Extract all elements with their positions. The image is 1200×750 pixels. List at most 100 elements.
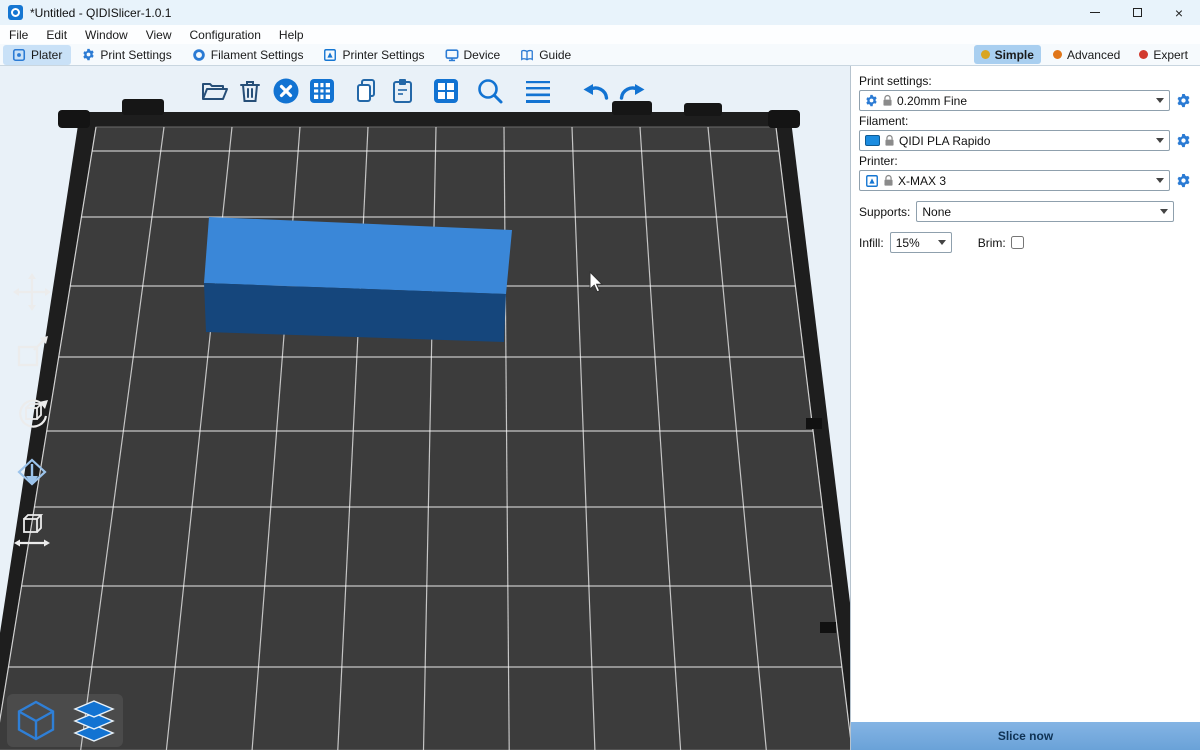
filament-gear-button[interactable] <box>1174 131 1192 151</box>
menubar: File Edit Window View Configuration Help <box>0 25 1200 44</box>
undo-icon <box>581 76 611 106</box>
printer-icon <box>865 174 879 188</box>
chevron-down-icon <box>1156 178 1164 187</box>
brim-checkbox[interactable] <box>1011 236 1024 249</box>
open-project-button[interactable] <box>196 73 232 109</box>
print-settings-label: Print settings: <box>859 74 1192 88</box>
search-icon <box>475 76 505 106</box>
measure-tool-button[interactable] <box>8 508 56 556</box>
supports-value: None <box>922 205 1156 219</box>
scale-tool-button[interactable] <box>8 328 56 376</box>
split-to-objects-button[interactable] <box>428 73 464 109</box>
tab-label: Plater <box>31 48 62 62</box>
expert-mode-dot-icon <box>1139 50 1148 59</box>
menu-file[interactable]: File <box>0 25 37 44</box>
maximize-button[interactable] <box>1116 0 1158 25</box>
tab-print-settings[interactable]: Print Settings <box>73 45 180 65</box>
model-object[interactable] <box>204 217 512 342</box>
supports-combo[interactable]: None <box>916 201 1174 222</box>
variable-layer-height-button[interactable] <box>520 73 556 109</box>
slice-now-button[interactable]: Slice now <box>851 722 1200 750</box>
plater-toolbar <box>196 69 650 113</box>
search-button[interactable] <box>472 73 508 109</box>
paste-button[interactable] <box>384 73 420 109</box>
delete-all-icon <box>271 76 301 106</box>
preview-layers-button[interactable] <box>69 696 119 746</box>
tab-plater[interactable]: Plater <box>3 45 71 65</box>
print-settings-combo[interactable]: 0.20mm Fine <box>859 90 1170 111</box>
simple-mode-dot-icon <box>981 50 990 59</box>
delete-button[interactable] <box>232 73 268 109</box>
tab-guide[interactable]: Guide <box>511 45 580 65</box>
bed-side-clip <box>806 418 822 429</box>
plater-icon <box>12 48 26 62</box>
scene-canvas[interactable] <box>0 66 850 750</box>
place-on-face-icon <box>12 452 52 492</box>
model-top-face <box>204 217 512 294</box>
menu-view[interactable]: View <box>137 25 181 44</box>
tab-label: Device <box>464 48 501 62</box>
menu-help[interactable]: Help <box>270 25 313 44</box>
redo-icon <box>617 76 647 106</box>
window-title: *Untitled - QIDISlicer-1.0.1 <box>30 6 171 20</box>
mode-label: Simple <box>995 48 1034 62</box>
gear-icon <box>1176 133 1191 148</box>
gear-icon <box>865 94 878 107</box>
arrange-button[interactable] <box>304 73 340 109</box>
close-button[interactable]: × <box>1158 0 1200 25</box>
rotate-tool-button[interactable] <box>8 388 56 436</box>
tab-label: Print Settings <box>100 48 171 62</box>
menu-window[interactable]: Window <box>76 25 137 44</box>
bed-corner <box>58 110 90 128</box>
undo-button[interactable] <box>578 73 614 109</box>
redo-button[interactable] <box>614 73 650 109</box>
measure-icon <box>12 512 52 552</box>
printer-gear-button[interactable] <box>1174 171 1192 191</box>
mode-simple[interactable]: Simple <box>974 45 1041 64</box>
tab-printer-settings[interactable]: Printer Settings <box>314 45 433 65</box>
titlebar: *Untitled - QIDISlicer-1.0.1 × <box>0 0 1200 25</box>
minimize-button[interactable] <box>1074 0 1116 25</box>
infill-combo[interactable]: 15% <box>890 232 952 253</box>
gizmo-toolbar <box>8 268 56 556</box>
open-folder-icon <box>199 76 229 106</box>
place-on-face-tool-button[interactable] <box>8 448 56 496</box>
move-tool-button[interactable] <box>8 268 56 316</box>
bed-side-clip <box>820 622 836 633</box>
guide-icon <box>520 48 534 62</box>
rotate-icon <box>12 392 52 432</box>
tab-device[interactable]: Device <box>436 45 510 65</box>
lock-icon <box>883 174 894 187</box>
printer-label: Printer: <box>859 154 1192 168</box>
filament-combo[interactable]: QIDI PLA Rapido <box>859 130 1170 151</box>
filament-settings-icon <box>192 48 206 62</box>
filament-label: Filament: <box>859 114 1192 128</box>
mode-advanced[interactable]: Advanced <box>1046 45 1127 64</box>
bed-corner <box>768 110 800 128</box>
filament-color-swatch <box>865 135 880 146</box>
infill-label: Infill: <box>859 236 884 250</box>
advanced-mode-dot-icon <box>1053 50 1062 59</box>
menu-edit[interactable]: Edit <box>37 25 76 44</box>
tab-label: Guide <box>539 48 571 62</box>
print-settings-icon <box>82 48 95 61</box>
print-settings-gear-button[interactable] <box>1174 91 1192 111</box>
bed-clip <box>684 103 722 116</box>
print-settings-value: 0.20mm Fine <box>897 94 1152 108</box>
editor-view-button[interactable] <box>11 696 61 746</box>
close-icon: × <box>1175 5 1183 21</box>
mode-expert[interactable]: Expert <box>1132 45 1195 64</box>
viewport-3d[interactable] <box>0 66 850 750</box>
copy-button[interactable] <box>348 73 384 109</box>
mode-label: Expert <box>1153 48 1188 62</box>
paste-icon <box>387 76 417 106</box>
delete-all-button[interactable] <box>268 73 304 109</box>
maximize-icon <box>1133 8 1142 17</box>
menu-configuration[interactable]: Configuration <box>181 25 270 44</box>
move-icon <box>12 272 52 312</box>
chevron-down-icon <box>1160 209 1168 218</box>
lock-icon <box>882 94 893 107</box>
printer-combo[interactable]: X-MAX 3 <box>859 170 1170 191</box>
mode-switcher: Simple Advanced Expert <box>974 45 1200 64</box>
tab-filament-settings[interactable]: Filament Settings <box>183 45 313 65</box>
